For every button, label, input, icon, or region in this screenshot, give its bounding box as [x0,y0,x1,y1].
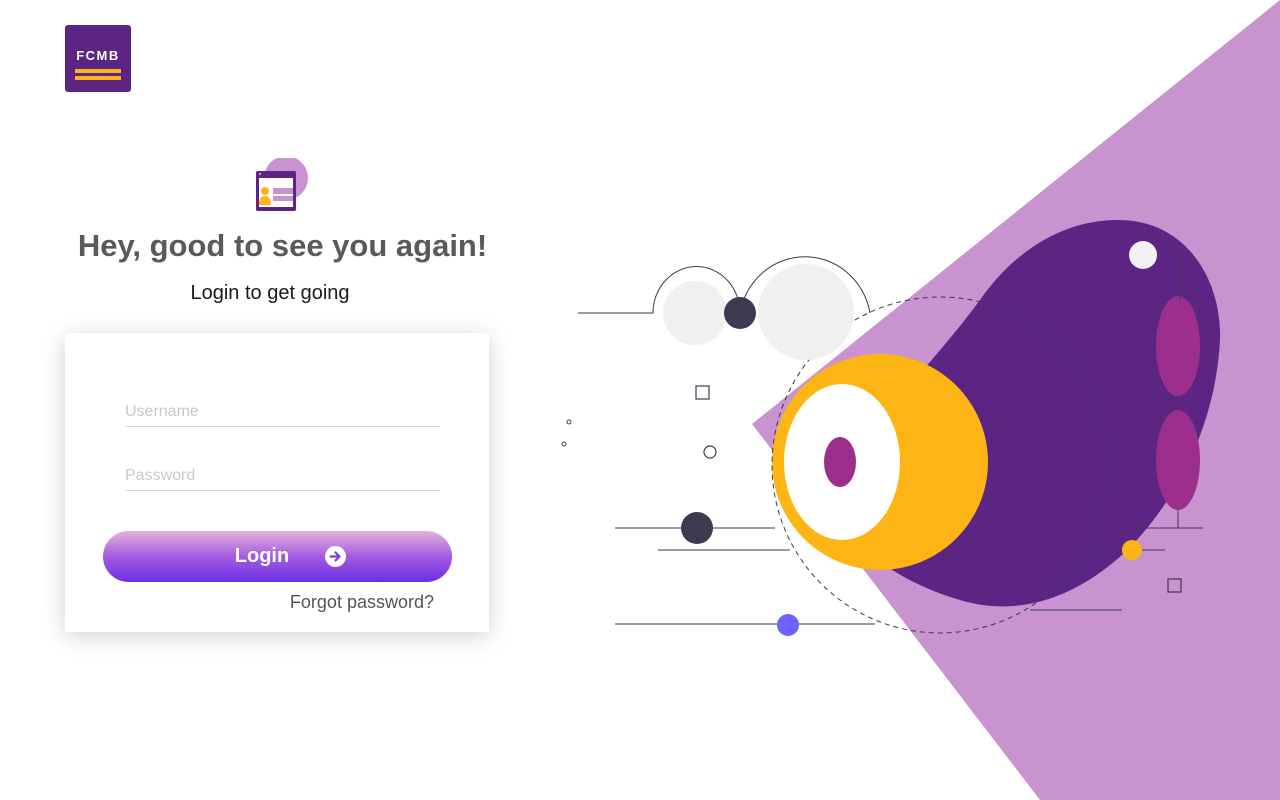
login-window-icon [256,158,308,211]
login-button-label: Login [234,545,290,567]
login-card: Login Forgot password? [65,333,489,632]
fcmb-logo[interactable]: FCMB [65,25,131,92]
forgot-password-link[interactable]: Forgot password? [290,592,434,613]
page-title: Hey, good to see you again! [77,228,488,263]
password-input[interactable] [125,461,440,491]
arrow-right-circle-icon [325,546,347,567]
logo-stripe [75,76,121,80]
login-page: FCMB Hey, good to see you again! Login t… [0,0,1280,800]
logo-stripe [75,69,121,73]
login-button[interactable]: Login [103,531,452,582]
page-subtitle: Login to get going [190,282,350,304]
logo-text: FCMB [76,48,120,63]
username-input[interactable] [125,397,440,427]
